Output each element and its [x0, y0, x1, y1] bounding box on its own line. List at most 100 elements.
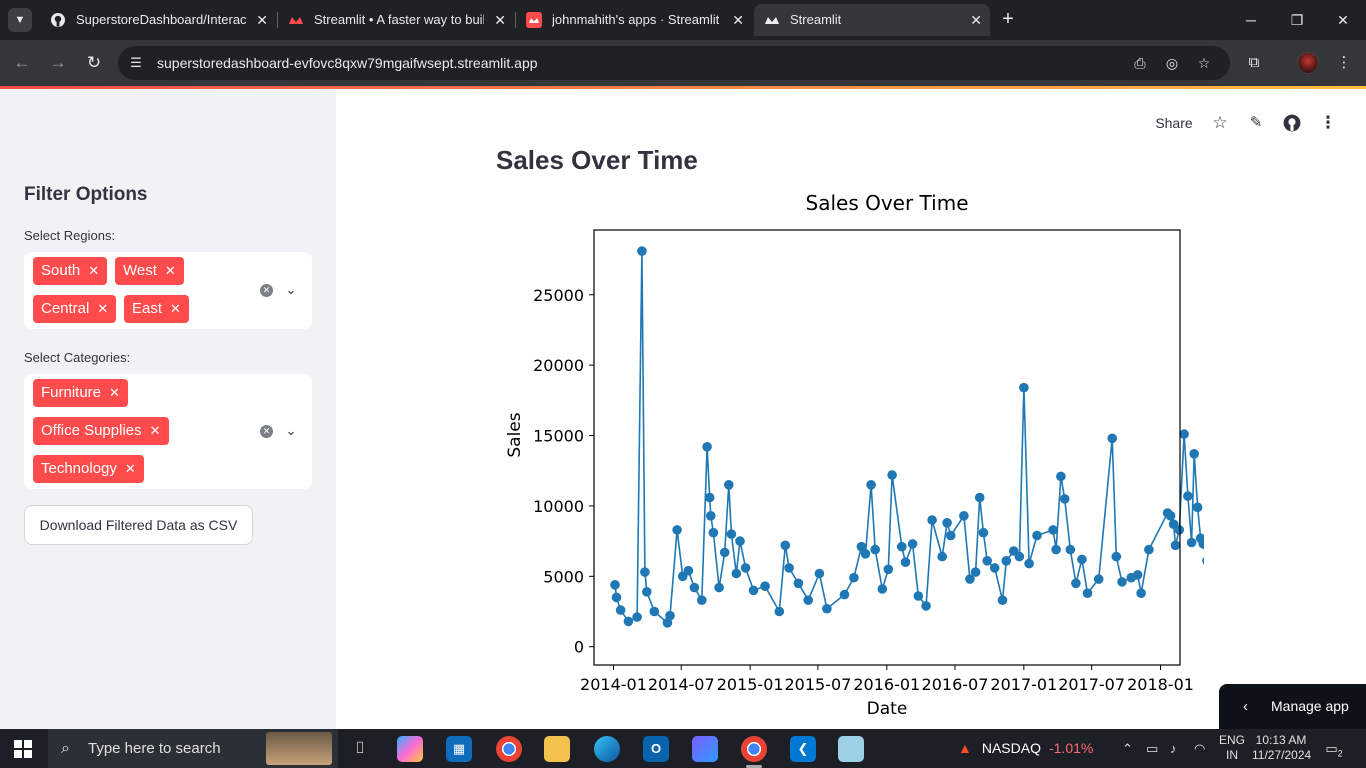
categories-multiselect[interactable]: Furniture ✕ Office Supplies ✕ Technology ✕ … [24, 374, 312, 489]
remove-chip-icon[interactable]: ✕ [88, 263, 99, 278]
data-point [689, 582, 700, 593]
region-chip[interactable]: Central ✕ [33, 295, 117, 323]
microsoft-store-icon[interactable]: ▦ [446, 736, 472, 762]
windows-start-icon[interactable] [14, 740, 32, 758]
edge-icon[interactable] [594, 736, 620, 762]
eye-off-icon[interactable]: ◎ [1162, 53, 1182, 73]
data-point [913, 591, 924, 601]
remove-chip-icon[interactable]: ✕ [109, 385, 120, 400]
taskbar-search[interactable]: ⌕ Type here to search [48, 729, 338, 768]
sidebar-title: Filter Options [24, 184, 148, 205]
site-info-icon[interactable]: ☰ [128, 55, 144, 71]
sidebar: Filter Options Select Regions: South ✕ We… [0, 89, 336, 729]
minimize-button[interactable]: ─ [1228, 0, 1274, 40]
close-window-button[interactable]: ✕ [1320, 0, 1366, 40]
show-hidden-icons-chevron-icon[interactable]: ⌃ [1122, 729, 1133, 768]
data-point [927, 515, 937, 525]
category-chip[interactable]: Technology ✕ [33, 455, 144, 483]
manage-app-button[interactable]: ‹ Manage app [1219, 684, 1366, 729]
file-explorer-icon[interactable] [544, 736, 570, 762]
data-point [665, 610, 675, 621]
clock[interactable]: 10:13 AM 11/27/2024 [1252, 733, 1311, 763]
search-placeholder: Type here to search [88, 740, 221, 757]
clear-all-icon[interactable]: ✕ [260, 425, 273, 438]
data-point [731, 568, 742, 579]
close-tab-icon[interactable]: ✕ [732, 4, 744, 36]
tab-github[interactable]: SuperstoreDashboard/Interactiv ✕ [40, 4, 276, 36]
edit-pencil-icon[interactable]: ✎ [1244, 112, 1268, 134]
close-tab-icon[interactable]: ✕ [970, 4, 982, 36]
chrome-active-icon[interactable] [741, 736, 767, 762]
remove-chip-icon[interactable]: ✕ [97, 301, 108, 316]
restore-button[interactable]: ❐ [1274, 0, 1320, 40]
download-csv-button[interactable]: Download Filtered Data as CSV [24, 505, 253, 545]
back-arrow-icon[interactable]: ← [10, 51, 34, 75]
data-point [708, 527, 719, 538]
region-chip[interactable]: East ✕ [124, 295, 189, 323]
url-text[interactable]: superstoredashboard-evfovc8qxw79mgaifwse… [157, 46, 538, 80]
copilot-icon[interactable] [397, 736, 423, 762]
data-point [1111, 551, 1122, 562]
favorite-star-icon[interactable]: ☆ [1208, 112, 1232, 134]
tab-user-apps[interactable]: johnmahith's apps · Streamlit ✕ [516, 4, 752, 36]
address-bar[interactable]: ☰ superstoredashboard-evfovc8qxw79mgaifw… [118, 46, 1230, 80]
chevron-down-icon[interactable]: ⌄ [284, 283, 298, 297]
notifications-icon[interactable]: ▭2 [1322, 738, 1346, 760]
tab-search-button[interactable]: ▼ [8, 8, 32, 32]
github-icon[interactable] [1280, 112, 1304, 134]
region-chip[interactable]: West ✕ [115, 257, 184, 285]
vscode-icon[interactable]: ❮ [790, 736, 816, 762]
wifi-icon[interactable]: ◠ [1194, 729, 1205, 768]
data-point [997, 595, 1008, 605]
chip-label: South [41, 262, 81, 279]
data-point [632, 612, 642, 622]
data-point [1077, 554, 1087, 565]
browser-menu-icon[interactable]: ⋮ [1332, 51, 1356, 75]
language-indicator[interactable]: ENG IN [1219, 733, 1245, 763]
extensions-icon[interactable]: ⧉ [1242, 51, 1266, 75]
data-point [1051, 544, 1061, 555]
new-tab-button[interactable]: + [996, 8, 1020, 32]
categories-label: Select Categories: [24, 350, 131, 365]
remove-chip-icon[interactable]: ✕ [150, 423, 161, 438]
remove-chip-icon[interactable]: ✕ [170, 301, 181, 316]
tab-streamlit-home[interactable]: Streamlit • A faster way to build ✕ [278, 4, 514, 36]
clear-all-icon[interactable]: ✕ [260, 284, 273, 297]
copilot-app-icon[interactable] [692, 736, 718, 762]
data-point [970, 567, 981, 577]
regions-multiselect[interactable]: South ✕ West ✕ Central ✕ East ✕ ✕ ⌄ [24, 252, 312, 329]
profile-avatar[interactable] [1297, 52, 1319, 74]
data-point [683, 565, 694, 576]
data-point [1024, 558, 1034, 569]
region-chip[interactable]: South ✕ [33, 257, 108, 285]
x-tick-label: 2014-07 [648, 675, 715, 694]
stock-ticker[interactable]: ▲ NASDAQ -1.01% [958, 729, 1093, 768]
category-chip[interactable]: Office Supplies ✕ [33, 417, 169, 445]
install-app-icon[interactable]: ⎙ [1130, 53, 1150, 73]
chevron-down-icon[interactable]: ⌄ [284, 424, 298, 438]
battery-icon[interactable]: ▭ [1146, 729, 1158, 768]
notes-app-icon[interactable] [838, 736, 864, 762]
tab-streamlit-active[interactable]: Streamlit ✕ [754, 4, 990, 36]
volume-icon[interactable]: ♪ [1170, 729, 1177, 768]
reload-icon[interactable]: ↻ [82, 51, 106, 75]
category-chip[interactable]: Furniture ✕ [33, 379, 128, 407]
close-tab-icon[interactable]: ✕ [494, 4, 506, 36]
remove-chip-icon[interactable]: ✕ [165, 263, 176, 278]
bookmark-star-icon[interactable]: ☆ [1194, 53, 1214, 73]
app-menu-icon[interactable]: ⋮ [1316, 112, 1340, 134]
task-view-icon[interactable]: ⌷ [347, 736, 373, 762]
share-button[interactable]: Share [1154, 112, 1194, 134]
data-point [1014, 551, 1025, 562]
outlook-icon[interactable]: O [643, 736, 669, 762]
data-point [982, 556, 992, 566]
close-tab-icon[interactable]: ✕ [256, 4, 268, 36]
plot-frame [593, 229, 1181, 666]
data-point [1165, 511, 1176, 521]
remove-chip-icon[interactable]: ✕ [125, 461, 136, 476]
chrome-icon[interactable] [496, 736, 522, 762]
sales-over-time-chart: Sales Over Time 0 5000 10000 15000 20000 25000… [505, 191, 1204, 719]
x-tick-label: 2015-01 [717, 675, 784, 694]
forward-arrow-icon[interactable]: → [46, 51, 70, 75]
browser-tab-strip: ▼ SuperstoreDashboard/Interactiv ✕ Strea… [0, 0, 1366, 40]
